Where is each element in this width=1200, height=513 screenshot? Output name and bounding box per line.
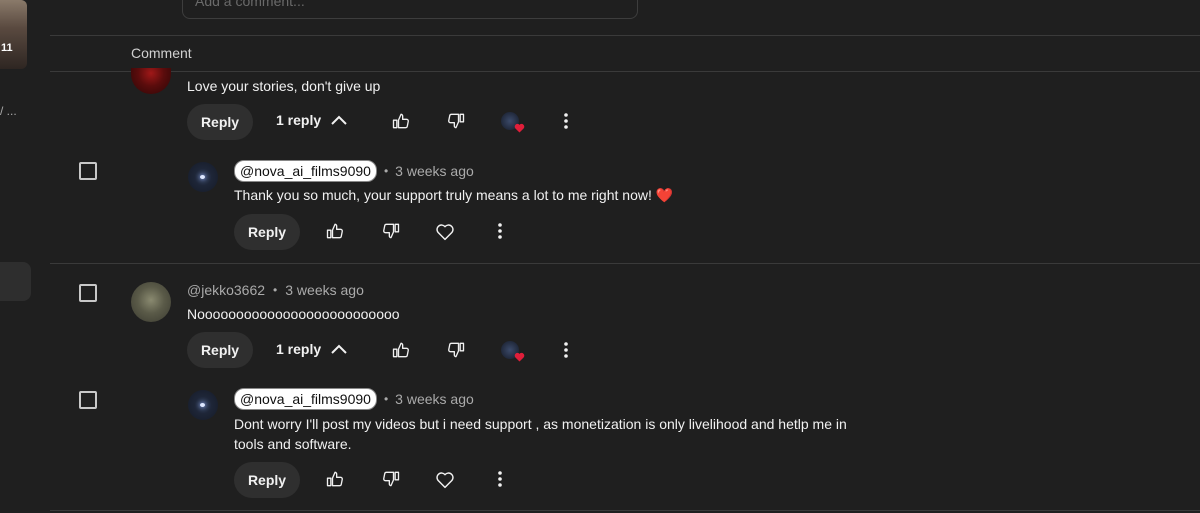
- separator-dot: •: [273, 283, 278, 297]
- reply-button[interactable]: Reply: [187, 104, 253, 140]
- add-comment-input[interactable]: Add a comment...: [182, 0, 638, 19]
- reply-button[interactable]: Reply: [234, 462, 300, 498]
- chevron-up-icon: [331, 344, 347, 354]
- timestamp[interactable]: 3 weeks ago: [395, 391, 474, 407]
- dislike-icon[interactable]: [445, 339, 467, 361]
- author-chip[interactable]: @nova_ai_films9090: [234, 160, 377, 182]
- author-name[interactable]: @jekko3662: [187, 282, 265, 298]
- thumbnail-number: 11: [1, 42, 13, 54]
- reply-meta: @nova_ai_films9090 • 3 weeks ago: [234, 388, 474, 410]
- reply-text-line-1: Dont worry I'll post my videos but i nee…: [234, 416, 847, 432]
- like-icon[interactable]: [390, 339, 412, 361]
- reply-button[interactable]: Reply: [187, 332, 253, 368]
- replies-count: 1 reply: [276, 341, 322, 357]
- dislike-icon[interactable]: [380, 468, 402, 490]
- like-icon[interactable]: [390, 110, 412, 132]
- reply-meta: @nova_ai_films9090 • 3 weeks ago: [234, 160, 474, 182]
- avatar[interactable]: [131, 282, 171, 322]
- comment-text: Noooooooooooooooooooooooooo: [187, 306, 400, 322]
- replies-toggle[interactable]: 1 reply: [276, 112, 347, 128]
- separator-dot: •: [383, 392, 389, 406]
- replies-toggle[interactable]: 1 reply: [276, 341, 347, 357]
- avatar[interactable]: [188, 390, 218, 420]
- heart-icon[interactable]: [434, 469, 456, 491]
- add-comment-placeholder: Add a comment...: [195, 0, 305, 9]
- timestamp[interactable]: 3 weeks ago: [285, 282, 364, 298]
- like-icon[interactable]: [324, 220, 346, 242]
- avatar[interactable]: [188, 162, 218, 192]
- more-options-icon[interactable]: [555, 339, 577, 361]
- dislike-icon[interactable]: [380, 220, 402, 242]
- comment-header: Comment: [131, 45, 192, 61]
- select-checkbox[interactable]: [79, 162, 97, 180]
- dislike-icon[interactable]: [445, 110, 467, 132]
- comment-text: Love your stories, don't give up: [187, 78, 381, 94]
- divider: [50, 510, 1200, 511]
- more-options-icon[interactable]: [489, 220, 511, 242]
- divider: [50, 263, 1200, 264]
- sidebar-selected-item[interactable]: [0, 262, 31, 301]
- sidebar-truncated-text: / ...: [0, 104, 17, 118]
- reply-text: Thank you so much, your support truly me…: [234, 187, 674, 203]
- timestamp[interactable]: 3 weeks ago: [395, 163, 474, 179]
- comment-meta: @jekko3662 • 3 weeks ago: [187, 282, 364, 298]
- replies-count: 1 reply: [276, 112, 322, 128]
- more-options-icon[interactable]: [555, 110, 577, 132]
- like-icon[interactable]: [324, 468, 346, 490]
- chevron-up-icon: [331, 115, 347, 125]
- reply-text-line-2: tools and software.: [234, 436, 352, 452]
- creator-heart-icon: [501, 341, 525, 363]
- video-thumbnail[interactable]: 11: [0, 0, 27, 69]
- reply-button[interactable]: Reply: [234, 214, 300, 250]
- author-chip[interactable]: @nova_ai_films9090: [234, 388, 377, 410]
- avatar[interactable]: [131, 68, 171, 94]
- divider: [50, 71, 1200, 72]
- heart-icon[interactable]: [434, 221, 456, 243]
- more-options-icon[interactable]: [489, 468, 511, 490]
- select-checkbox[interactable]: [79, 391, 97, 409]
- creator-heart-icon: [501, 112, 525, 134]
- select-checkbox[interactable]: [79, 284, 97, 302]
- divider: [50, 35, 1200, 36]
- separator-dot: •: [383, 164, 389, 178]
